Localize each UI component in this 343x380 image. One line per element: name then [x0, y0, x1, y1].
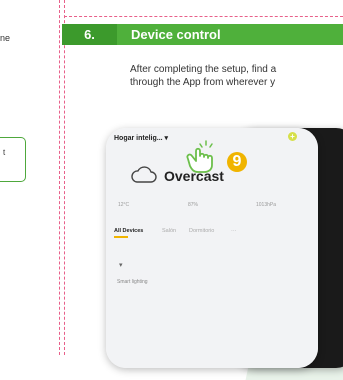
home-selector[interactable]: Hogar intelig... ▾: [114, 134, 168, 142]
section-number: 6.: [62, 24, 117, 45]
weather-stat-pressure: 1013hPa: [256, 202, 277, 208]
tab-salon[interactable]: Salón: [162, 228, 176, 234]
callout-number-badge: 9: [227, 152, 247, 172]
guide-line-right: [64, 0, 65, 355]
hand-tap-icon: [186, 140, 213, 173]
tab-more[interactable]: ···: [231, 228, 237, 234]
previous-column-box-text: t: [3, 148, 6, 157]
guide-line-left: [59, 0, 60, 355]
weather-stat-temperature: 12°C: [118, 202, 130, 208]
weather-stat-humidity: 87%: [188, 202, 199, 208]
cloud-icon: [131, 166, 157, 183]
section-title: Device control: [131, 27, 221, 42]
guide-line-top: [64, 16, 343, 17]
previous-column-text: ne: [0, 33, 11, 43]
device-icon: ▾: [119, 262, 123, 269]
paragraph-line-2: through the App from wherever y: [130, 77, 276, 88]
device-smart-lighting[interactable]: Smart lighting: [117, 279, 148, 285]
paragraph-line-1: After completing the setup, find a: [130, 64, 277, 75]
previous-column-box: t: [0, 137, 26, 182]
tab-indicator: [114, 236, 128, 238]
tab-dormitorio[interactable]: Dormitorio: [189, 228, 214, 234]
tab-all-devices[interactable]: All Devices: [114, 228, 143, 234]
add-icon[interactable]: +: [288, 132, 297, 141]
